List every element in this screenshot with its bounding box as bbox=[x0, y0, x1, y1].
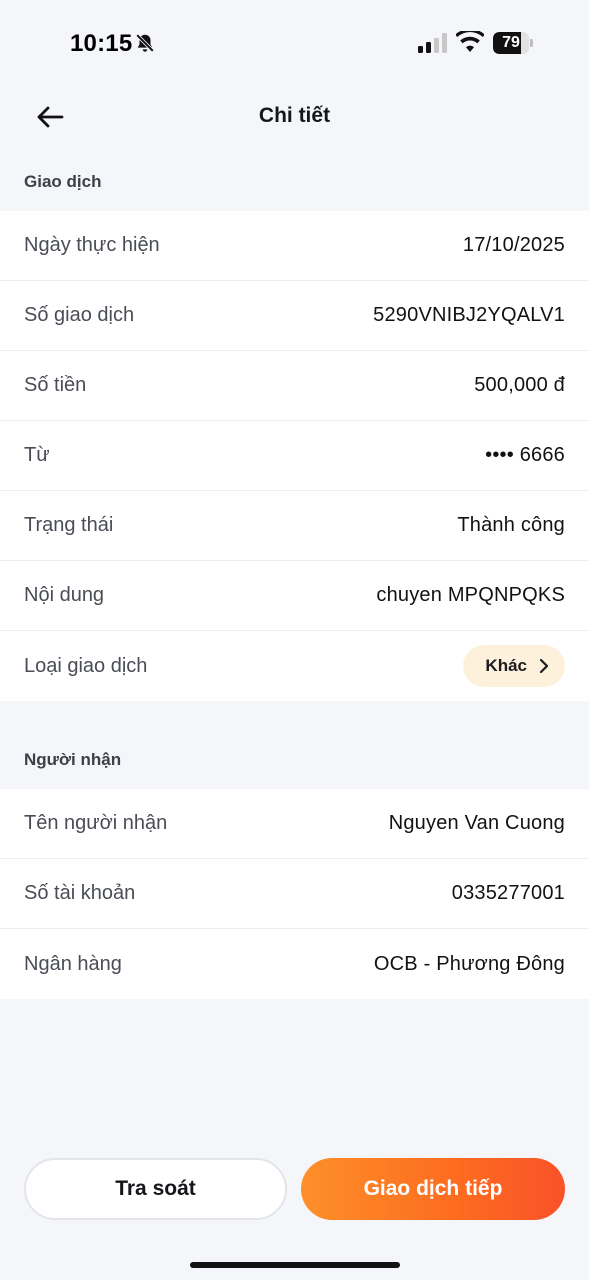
page-title: Chi tiết bbox=[258, 104, 331, 127]
battery-icon: 79 bbox=[493, 32, 535, 54]
row-recipient-name: Tên người nhận Nguyen Van Cuong bbox=[0, 789, 589, 859]
row-content: Nội dung chuyen MPQNPQKS bbox=[0, 561, 589, 631]
row-value: 5290VNIBJ2YQALV1 bbox=[373, 304, 565, 326]
transaction-section-title: Giao dịch bbox=[24, 172, 102, 191]
status-bar: 10:15 79 bbox=[0, 0, 589, 88]
transaction-type-chip[interactable]: Khác bbox=[463, 645, 565, 687]
row-value: 0335277001 bbox=[451, 882, 565, 904]
recipient-section-title: Người nhận bbox=[24, 750, 122, 769]
row-value: 17/10/2025 bbox=[462, 234, 565, 256]
row-label: Loại giao dịch bbox=[24, 654, 148, 677]
status-time: 10:15 bbox=[70, 30, 133, 57]
row-label: Ngân hàng bbox=[24, 952, 122, 975]
home-indicator[interactable] bbox=[190, 1262, 400, 1268]
row-date: Ngày thực hiện 17/10/2025 bbox=[0, 211, 589, 281]
chip-label: Khác bbox=[485, 656, 527, 675]
row-from-account: Từ •••• 6666 bbox=[0, 421, 589, 491]
transaction-card: Ngày thực hiện 17/10/2025 Số giao dịch 5… bbox=[0, 211, 589, 701]
row-label: Số giao dịch bbox=[24, 304, 135, 326]
row-value: 500,000 đ bbox=[474, 374, 565, 396]
inquiry-button[interactable]: Tra soát bbox=[24, 1158, 287, 1220]
row-value: Nguyen Van Cuong bbox=[388, 812, 565, 834]
next-transaction-button[interactable]: Giao dịch tiếp bbox=[301, 1158, 565, 1220]
row-label: Từ bbox=[24, 444, 50, 466]
bell-muted-icon bbox=[135, 33, 155, 53]
row-account-number: Số tài khoản 0335277001 bbox=[0, 859, 589, 929]
row-transaction-number: Số giao dịch 5290VNIBJ2YQALV1 bbox=[0, 281, 589, 351]
header: Chi tiết bbox=[0, 88, 589, 146]
row-transaction-type: Loại giao dịch Khác bbox=[0, 631, 589, 701]
row-label: Số tiền bbox=[24, 374, 87, 396]
row-label: Ngày thực hiện bbox=[24, 234, 160, 256]
row-value: OCB - Phương Đông bbox=[373, 952, 565, 975]
chevron-right-icon bbox=[539, 658, 549, 674]
row-value: •••• 6666 bbox=[485, 444, 565, 466]
battery-level: 79 bbox=[502, 34, 520, 51]
row-value: Thành công bbox=[457, 514, 565, 536]
row-label: Số tài khoản bbox=[24, 882, 136, 904]
recipient-card: Tên người nhận Nguyen Van Cuong Số tài k… bbox=[0, 789, 589, 999]
row-amount: Số tiền 500,000 đ bbox=[0, 351, 589, 421]
row-value: chuyen MPQNPQKS bbox=[376, 584, 565, 606]
row-bank: Ngân hàng OCB - Phương Đông bbox=[0, 929, 589, 999]
row-label: Trạng thái bbox=[24, 514, 114, 536]
wifi-icon bbox=[456, 31, 484, 52]
cellular-signal-icon bbox=[418, 33, 447, 53]
row-status: Trạng thái Thành công bbox=[0, 491, 589, 561]
row-label: Tên người nhận bbox=[24, 812, 168, 834]
row-label: Nội dung bbox=[24, 584, 105, 606]
